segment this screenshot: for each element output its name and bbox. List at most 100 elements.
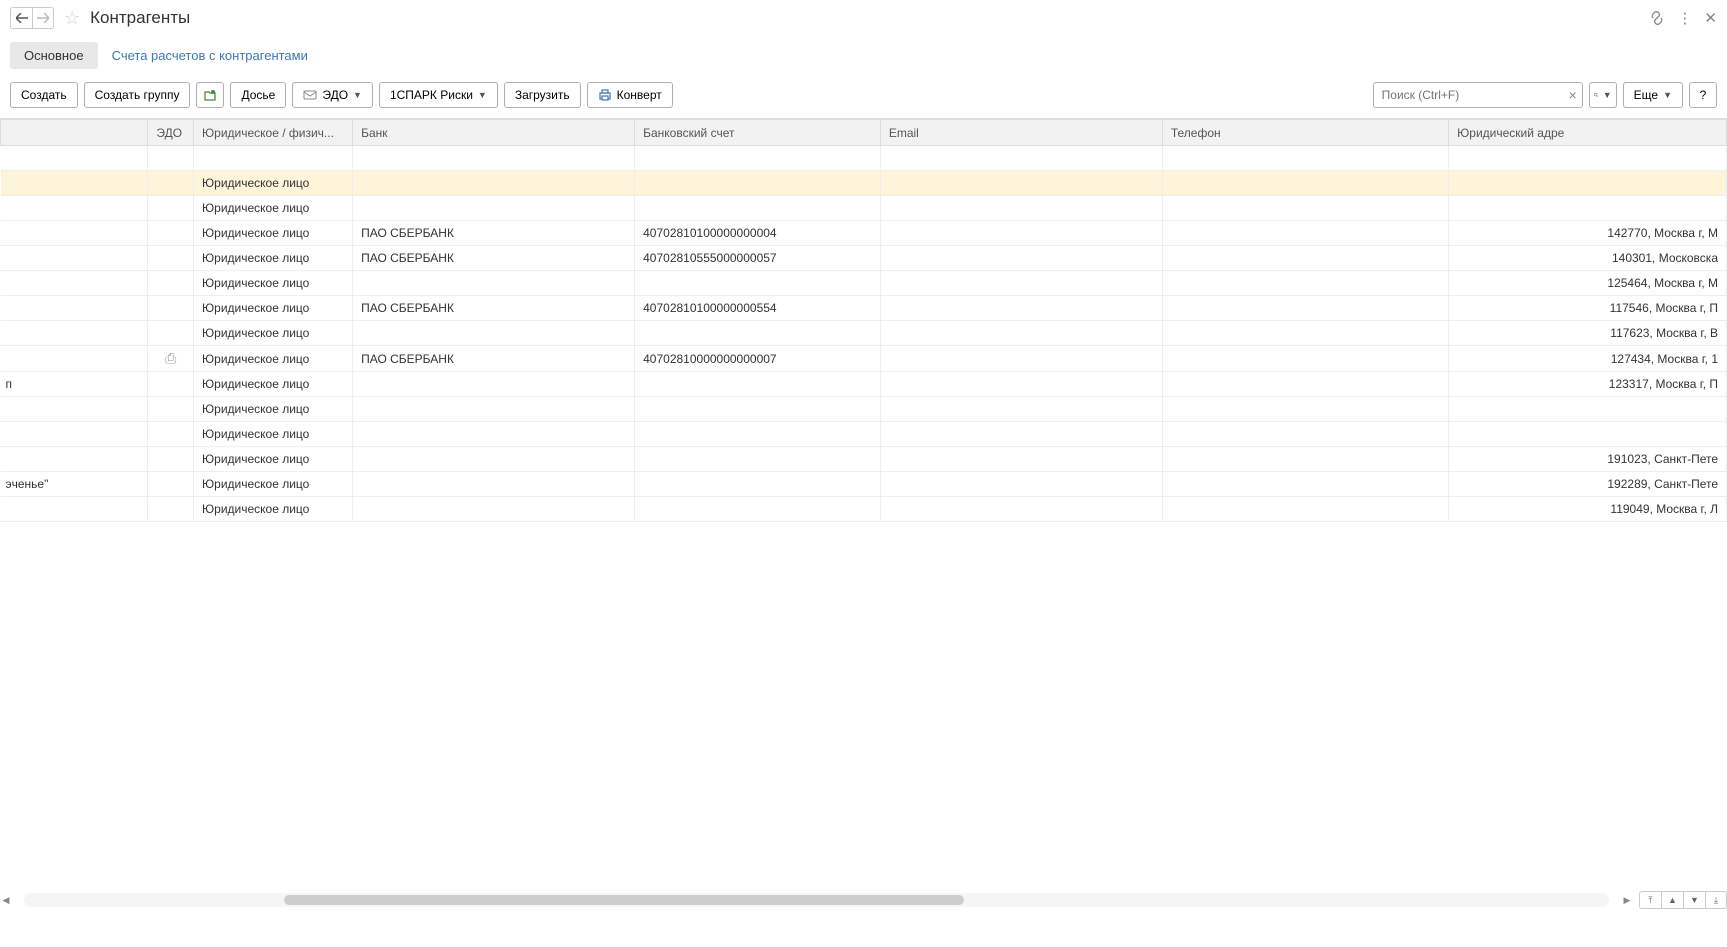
dossier-button[interactable]: Досье	[230, 82, 286, 108]
table-row[interactable]: Юридическое лицоПАО СБЕРБАНК407028101000…	[1, 221, 1727, 246]
search-button[interactable]: ▼	[1589, 82, 1617, 108]
table-row[interactable]: пЮридическое лицо123317, Москва г, П	[1, 372, 1727, 397]
search-clear-icon[interactable]: ×	[1568, 87, 1576, 103]
cell-name	[1, 447, 148, 472]
table-row[interactable]: Юридическое лицо	[1, 422, 1727, 447]
nav-group	[10, 7, 54, 29]
forward-button[interactable]	[32, 7, 54, 29]
cell-account: 40702810000000000007	[635, 346, 881, 372]
scroll-right-icon[interactable]: ▶	[1621, 895, 1633, 906]
horizontal-scrollbar[interactable]	[24, 893, 1609, 907]
more-button[interactable]: Еще ▼	[1623, 82, 1683, 108]
col-header-edo[interactable]: ЭДО	[148, 120, 194, 146]
table-row[interactable]: Юридическое лицо 191023, Санкт-Пете	[1, 447, 1727, 472]
table-row[interactable]: Юридическое лицо	[1, 171, 1727, 196]
cell-edo	[148, 321, 194, 346]
col-header-phone[interactable]: Телефон	[1162, 120, 1448, 146]
cell-bank: ПАО СБЕРБАНК	[353, 346, 635, 372]
tab-accounts[interactable]: Счета расчетов с контрагентами	[98, 42, 322, 69]
search-input[interactable]	[1373, 82, 1583, 108]
kebab-menu-icon[interactable]: ⋮	[1677, 9, 1692, 27]
cell-account	[635, 321, 881, 346]
cell-type: Юридическое лицо	[194, 296, 353, 321]
table-row[interactable]: Юридическое лицо	[1, 196, 1727, 221]
cell-edo	[148, 472, 194, 497]
cell-email	[880, 397, 1162, 422]
col-header-address[interactable]: Юридический адре	[1449, 120, 1727, 146]
cell-type: Юридическое лицо	[194, 246, 353, 271]
cell-email	[880, 497, 1162, 522]
spark-risks-button[interactable]: 1СПАРК Риски ▼	[379, 82, 498, 108]
scroll-up-button[interactable]: ▲	[1661, 891, 1683, 909]
tab-main[interactable]: Основное	[10, 42, 98, 69]
cell-name	[1, 497, 148, 522]
edo-button[interactable]: ЭДО ▼	[292, 82, 373, 108]
cell-name	[1, 221, 148, 246]
scroll-down-button[interactable]: ▼	[1683, 891, 1705, 909]
table-row[interactable]: эченье"Юридическое лицо192289, Санкт-Пет…	[1, 472, 1727, 497]
cell-edo: ⎙	[148, 346, 194, 372]
help-button[interactable]: ?	[1689, 82, 1717, 108]
cell-account	[635, 447, 881, 472]
spacer-row	[1, 146, 1727, 171]
col-header-name[interactable]	[1, 120, 148, 146]
magnifier-icon	[1594, 89, 1598, 101]
scroll-top-button[interactable]: ⤒	[1639, 891, 1661, 909]
toolbar: Создать Создать группу Досье ЭДО ▼ 1СПАР…	[0, 70, 1727, 118]
cell-type: Юридическое лицо	[194, 447, 353, 472]
table-row[interactable]: Юридическое лицо125464, Москва г, М	[1, 271, 1727, 296]
col-header-account[interactable]: Банковский счет	[635, 120, 881, 146]
col-header-bank[interactable]: Банк	[353, 120, 635, 146]
cell-email	[880, 372, 1162, 397]
cell-bank	[353, 447, 635, 472]
table-row[interactable]: Юридическое лицоПАО СБЕРБАНК407028105550…	[1, 246, 1727, 271]
cell-email	[880, 296, 1162, 321]
cell-address	[1449, 397, 1727, 422]
cell-type: Юридическое лицо	[194, 321, 353, 346]
table-row[interactable]: ⎙Юридическое лицоПАО СБЕРБАНК40702810000…	[1, 346, 1727, 372]
cell-name	[1, 321, 148, 346]
cell-email	[880, 472, 1162, 497]
back-button[interactable]	[10, 7, 32, 29]
cell-address: 123317, Москва г, П	[1449, 372, 1727, 397]
cell-address: 191023, Санкт-Пете	[1449, 447, 1727, 472]
table-header-row: ЭДО Юридическое / физич... Банк Банковск…	[1, 120, 1727, 146]
create-group-button[interactable]: Создать группу	[84, 82, 191, 108]
cell-bank	[353, 372, 635, 397]
cell-type: Юридическое лицо	[194, 397, 353, 422]
chevron-down-icon: ▼	[1663, 90, 1672, 100]
upload-button[interactable]: Загрузить	[504, 82, 581, 108]
table-row[interactable]: Юридическое лицоПАО СБЕРБАНК407028101000…	[1, 296, 1727, 321]
cell-account	[635, 422, 881, 447]
link-icon[interactable]	[1649, 10, 1665, 26]
table-row[interactable]: Юридическое лицо117623, Москва г, В	[1, 321, 1727, 346]
cell-account	[635, 196, 881, 221]
cell-phone	[1162, 321, 1448, 346]
cell-name	[1, 397, 148, 422]
cell-phone	[1162, 246, 1448, 271]
scrollbar-thumb[interactable]	[284, 895, 964, 905]
cell-bank: ПАО СБЕРБАНК	[353, 246, 635, 271]
cell-name	[1, 271, 148, 296]
table-body: Юридическое лицоЮридическое лицоЮридичес…	[1, 146, 1727, 522]
scroll-bottom-button[interactable]: ⤓	[1705, 891, 1727, 909]
chevron-down-icon: ▼	[1603, 90, 1612, 100]
spark-label: 1СПАРК Риски	[390, 88, 473, 102]
cell-name	[1, 171, 148, 196]
create-button[interactable]: Создать	[10, 82, 78, 108]
close-icon[interactable]: ✕	[1704, 9, 1717, 27]
arrow-right-icon	[37, 13, 49, 23]
cell-edo	[148, 221, 194, 246]
envelope-button[interactable]: Конверт	[587, 82, 673, 108]
table-row[interactable]: Юридическое лицо	[1, 397, 1727, 422]
col-header-type[interactable]: Юридическое / физич...	[194, 120, 353, 146]
favorite-star-icon[interactable]: ☆	[64, 8, 80, 29]
cell-address	[1449, 196, 1727, 221]
toolbar-right: × ▼ Еще ▼ ?	[1373, 82, 1717, 108]
cell-bank	[353, 171, 635, 196]
table-row[interactable]: Юридическое лицо119049, Москва г, Л	[1, 497, 1727, 522]
cell-edo	[148, 296, 194, 321]
scroll-left-icon[interactable]: ◀	[0, 895, 12, 906]
col-header-email[interactable]: Email	[880, 120, 1162, 146]
refresh-button[interactable]	[196, 82, 224, 108]
